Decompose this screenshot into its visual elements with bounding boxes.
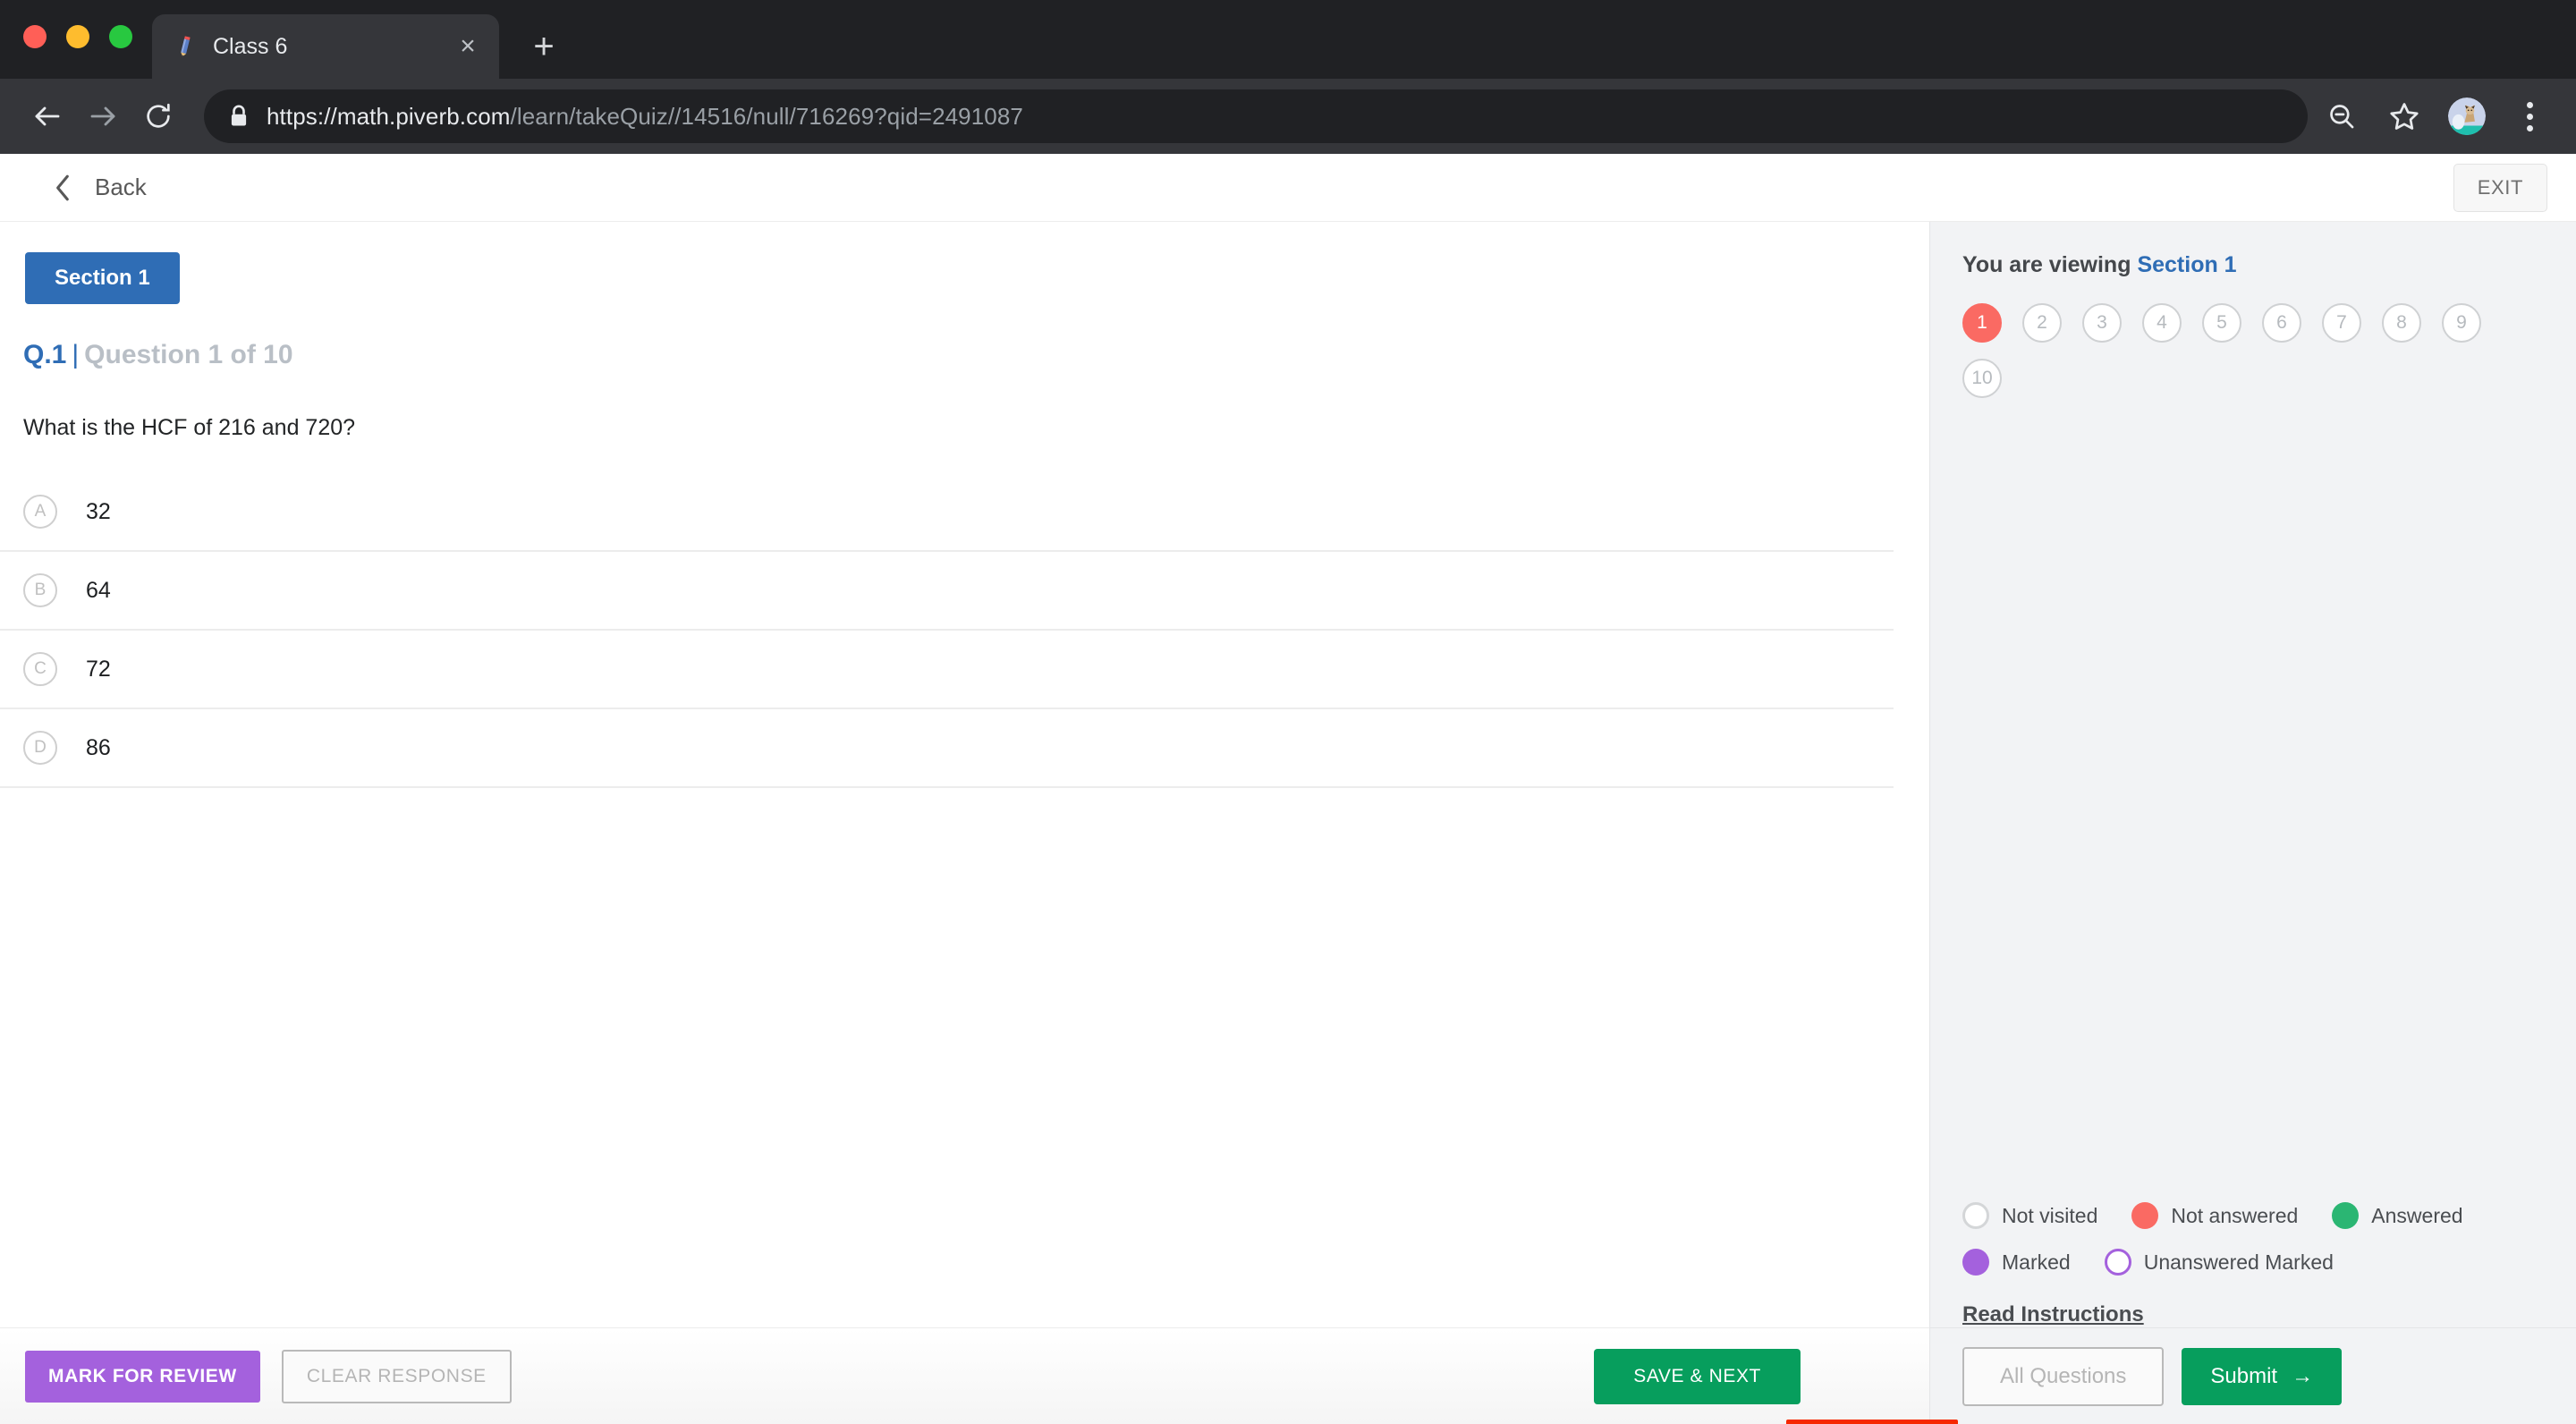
question-scroll-area: Section 1 Q.1 | Question 1 of 10 What is t… xyxy=(0,222,1929,1327)
legend-marked: Marked xyxy=(1962,1249,2071,1276)
browser-toolbar: https://math.piverb.com/learn/takeQuiz//… xyxy=(0,79,2576,154)
option-key-d: D xyxy=(23,731,57,765)
legend-swatch-unanswered-marked xyxy=(2104,1249,2131,1276)
option-label-d: 86 xyxy=(86,734,111,760)
submit-button-label: Submit xyxy=(2210,1363,2278,1388)
answer-option-c[interactable]: C 72 xyxy=(0,631,1894,709)
quiz-app-bar: Back EXIT xyxy=(0,154,2576,222)
legend-label-marked: Marked xyxy=(2002,1250,2071,1274)
question-header-separator: | xyxy=(72,340,80,369)
legend-label-answered: Answered xyxy=(2371,1203,2463,1227)
exit-button[interactable]: EXIT xyxy=(2453,163,2547,212)
option-label-b: 64 xyxy=(86,577,111,603)
legend-swatch-not-answered xyxy=(2131,1202,2159,1229)
minimize-window-button[interactable] xyxy=(66,25,89,48)
answer-options: A 32 B 64 C 72 D 86 xyxy=(0,473,1929,788)
quiz-body: Section 1 Q.1 | Question 1 of 10 What is t… xyxy=(0,222,2576,1424)
url-path: /learn/takeQuiz//14516/null/716269?qid=2… xyxy=(510,102,1023,130)
navigator-top: You are viewing Section 1 1 2 3 4 5 6 7 … xyxy=(1930,222,2576,1202)
legend-answered: Answered xyxy=(2332,1202,2463,1229)
toolbar-icons xyxy=(2315,89,2556,143)
status-legend: Not visited Not answered Answered Marked… xyxy=(1930,1202,2576,1295)
legend-label-not-answered: Not answered xyxy=(2171,1203,2299,1227)
avatar xyxy=(2448,97,2486,135)
legend-unanswered-marked: Unanswered Marked xyxy=(2104,1249,2334,1276)
question-header: Q.1 | Question 1 of 10 xyxy=(23,340,1929,370)
back-arrow-icon[interactable] xyxy=(20,89,75,144)
legend-label-not-visited: Not visited xyxy=(2002,1203,2098,1227)
question-nav-6[interactable]: 6 xyxy=(2262,303,2301,343)
question-number: Q.1 xyxy=(23,340,67,369)
legend-swatch-not-visited xyxy=(1962,1202,1989,1229)
legend-row-2: Marked Unanswered Marked xyxy=(1962,1249,2576,1276)
address-bar[interactable]: https://math.piverb.com/learn/takeQuiz//… xyxy=(204,89,2308,143)
viewing-section-label: You are viewing Section 1 xyxy=(1962,252,2576,278)
clear-response-button[interactable]: CLEAR RESPONSE xyxy=(281,1349,512,1403)
legend-swatch-marked xyxy=(1962,1249,1989,1276)
legend-row-1: Not visited Not answered Answered xyxy=(1962,1202,2576,1229)
pencil-icon xyxy=(181,36,191,57)
arrow-right-icon: → xyxy=(2292,1363,2314,1388)
answer-option-a[interactable]: A 32 xyxy=(0,473,1894,552)
answer-option-d[interactable]: D 86 xyxy=(0,709,1894,788)
reload-icon[interactable] xyxy=(131,89,186,144)
browser-window: Class 6 × + https://math.piverb.com/lear… xyxy=(0,0,2576,1424)
option-key-c: C xyxy=(23,652,57,686)
question-navigator-sidebar: You are viewing Section 1 1 2 3 4 5 6 7 … xyxy=(1929,222,2576,1424)
question-nav-4[interactable]: 4 xyxy=(2142,303,2182,343)
back-button[interactable]: Back xyxy=(52,173,147,203)
maximize-window-button[interactable] xyxy=(109,25,132,48)
browser-tab-strip: Class 6 × + xyxy=(0,0,2576,79)
close-window-button[interactable] xyxy=(23,25,47,48)
question-panel: Section 1 Q.1 | Question 1 of 10 What is t… xyxy=(0,222,1929,1424)
star-icon[interactable] xyxy=(2377,89,2431,143)
option-key-a: A xyxy=(23,495,57,529)
legend-swatch-answered xyxy=(2332,1202,2360,1229)
browser-tab-title: Class 6 xyxy=(213,33,288,59)
question-progress: Question 1 of 10 xyxy=(84,340,293,369)
question-nav-7[interactable]: 7 xyxy=(2322,303,2361,343)
question-nav-3[interactable]: 3 xyxy=(2082,303,2122,343)
browser-tab[interactable]: Class 6 × xyxy=(152,14,499,79)
question-nav-8[interactable]: 8 xyxy=(2382,303,2421,343)
question-nav-1[interactable]: 1 xyxy=(1962,303,2002,343)
option-label-c: 72 xyxy=(86,656,111,682)
chevron-left-icon xyxy=(56,174,69,200)
window-traffic-lights xyxy=(23,25,132,48)
url-host: https://math.piverb.com xyxy=(267,102,511,130)
back-button-label: Back xyxy=(95,174,147,200)
legend-label-unanswered-marked: Unanswered Marked xyxy=(2143,1250,2334,1274)
forward-arrow-icon[interactable] xyxy=(75,89,131,144)
section-tab-1[interactable]: Section 1 xyxy=(25,252,180,304)
option-label-a: 32 xyxy=(86,498,111,524)
save-and-next-button[interactable]: SAVE & NEXT xyxy=(1594,1348,1801,1404)
sidebar-action-bar: All Questions Submit → xyxy=(1930,1327,2576,1424)
kebab-menu-icon[interactable] xyxy=(2503,89,2556,143)
viewing-section-name: Section 1 xyxy=(2137,252,2237,277)
legend-not-answered: Not answered xyxy=(2131,1202,2298,1229)
address-bar-url: https://math.piverb.com/learn/takeQuiz//… xyxy=(267,103,1023,131)
submit-button[interactable]: Submit → xyxy=(2182,1347,2343,1405)
question-nav-9[interactable]: 9 xyxy=(2442,303,2481,343)
question-number-grid: 1 2 3 4 5 6 7 8 9 10 xyxy=(1962,303,2499,398)
viewing-prefix: You are viewing xyxy=(1962,252,2131,277)
question-nav-2[interactable]: 2 xyxy=(2022,303,2062,343)
avatar-icon[interactable] xyxy=(2440,89,2494,143)
answer-option-b[interactable]: B 64 xyxy=(0,552,1894,631)
new-tab-button[interactable]: + xyxy=(522,25,565,68)
question-nav-10[interactable]: 10 xyxy=(1962,359,2002,398)
close-tab-button[interactable]: × xyxy=(453,31,483,62)
legend-not-visited: Not visited xyxy=(1962,1202,2097,1229)
web-page: Back EXIT Section 1 Q.1 | Question 1 of 10… xyxy=(0,154,2576,1424)
all-questions-button[interactable]: All Questions xyxy=(1962,1346,2165,1406)
question-text: What is the HCF of 216 and 720? xyxy=(23,415,356,440)
zoom-out-icon[interactable] xyxy=(2315,89,2368,143)
read-instructions-link[interactable]: Read Instructions xyxy=(1962,1302,2576,1327)
question-action-bar: MARK FOR REVIEW CLEAR RESPONSE SAVE & NE… xyxy=(0,1327,1929,1424)
mark-for-review-button[interactable]: MARK FOR REVIEW xyxy=(25,1350,260,1403)
lock-icon xyxy=(229,105,249,128)
question-nav-5[interactable]: 5 xyxy=(2202,303,2241,343)
option-key-b: B xyxy=(23,573,57,607)
